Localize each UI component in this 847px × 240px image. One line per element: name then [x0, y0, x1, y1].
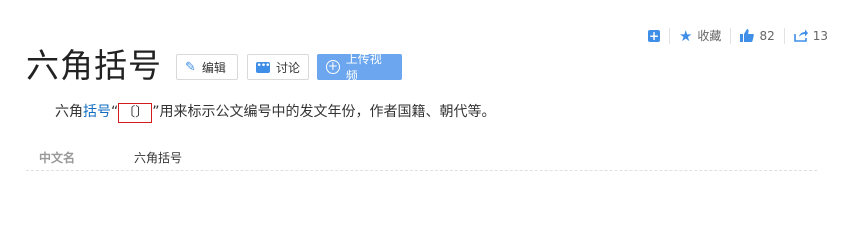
edit-button[interactable]: ✎ 编辑 — [176, 54, 238, 80]
summary-paragraph: 六角括号“ 〔〕 ”用来标示公文编号中的发文年份，作者国籍、朝代等。 — [55, 101, 496, 123]
basic-info-name: 中文名 — [39, 151, 76, 165]
summary-quote-open: “ — [111, 104, 119, 120]
discuss-label: 讨论 — [276, 60, 301, 75]
chat-icon: ••• — [256, 60, 270, 73]
share-icon — [793, 29, 808, 42]
share-count: 13 — [812, 28, 828, 43]
collect-label: 收藏 — [697, 29, 722, 43]
edit-label: 编辑 — [201, 60, 226, 75]
summary-prefix: 六角 — [55, 104, 83, 120]
top-toolbar: + ★ 收藏 82 13 — [639, 27, 837, 44]
star-icon: ★ — [678, 26, 693, 45]
collect-button[interactable]: ★ 收藏 — [670, 27, 730, 44]
like-button[interactable]: 82 — [731, 29, 783, 43]
thumbs-up-icon — [740, 29, 755, 42]
basic-info-row: 中文名 六角括号 — [26, 142, 817, 171]
pencil-icon: ✎ — [185, 59, 196, 75]
upload-icon: + — [326, 59, 340, 74]
like-count: 82 — [759, 28, 775, 43]
share-button[interactable]: 13 — [785, 29, 837, 43]
bracket-link[interactable]: 括号 — [83, 104, 111, 120]
upload-video-label: 上传视频 — [345, 52, 382, 83]
add-icon: + — [647, 28, 660, 43]
discuss-button[interactable]: ••• 讨论 — [247, 54, 309, 80]
page-title: 六角括号 — [26, 46, 162, 85]
upload-video-button[interactable]: + 上传视频 — [317, 52, 402, 83]
add-button[interactable]: + — [639, 28, 669, 43]
summary-rest: ”用来标示公文编号中的发文年份，作者国籍、朝代等。 — [152, 104, 496, 120]
highlighted-bracket: 〔〕 — [118, 103, 153, 123]
basic-info-value: 六角括号 — [134, 151, 183, 165]
